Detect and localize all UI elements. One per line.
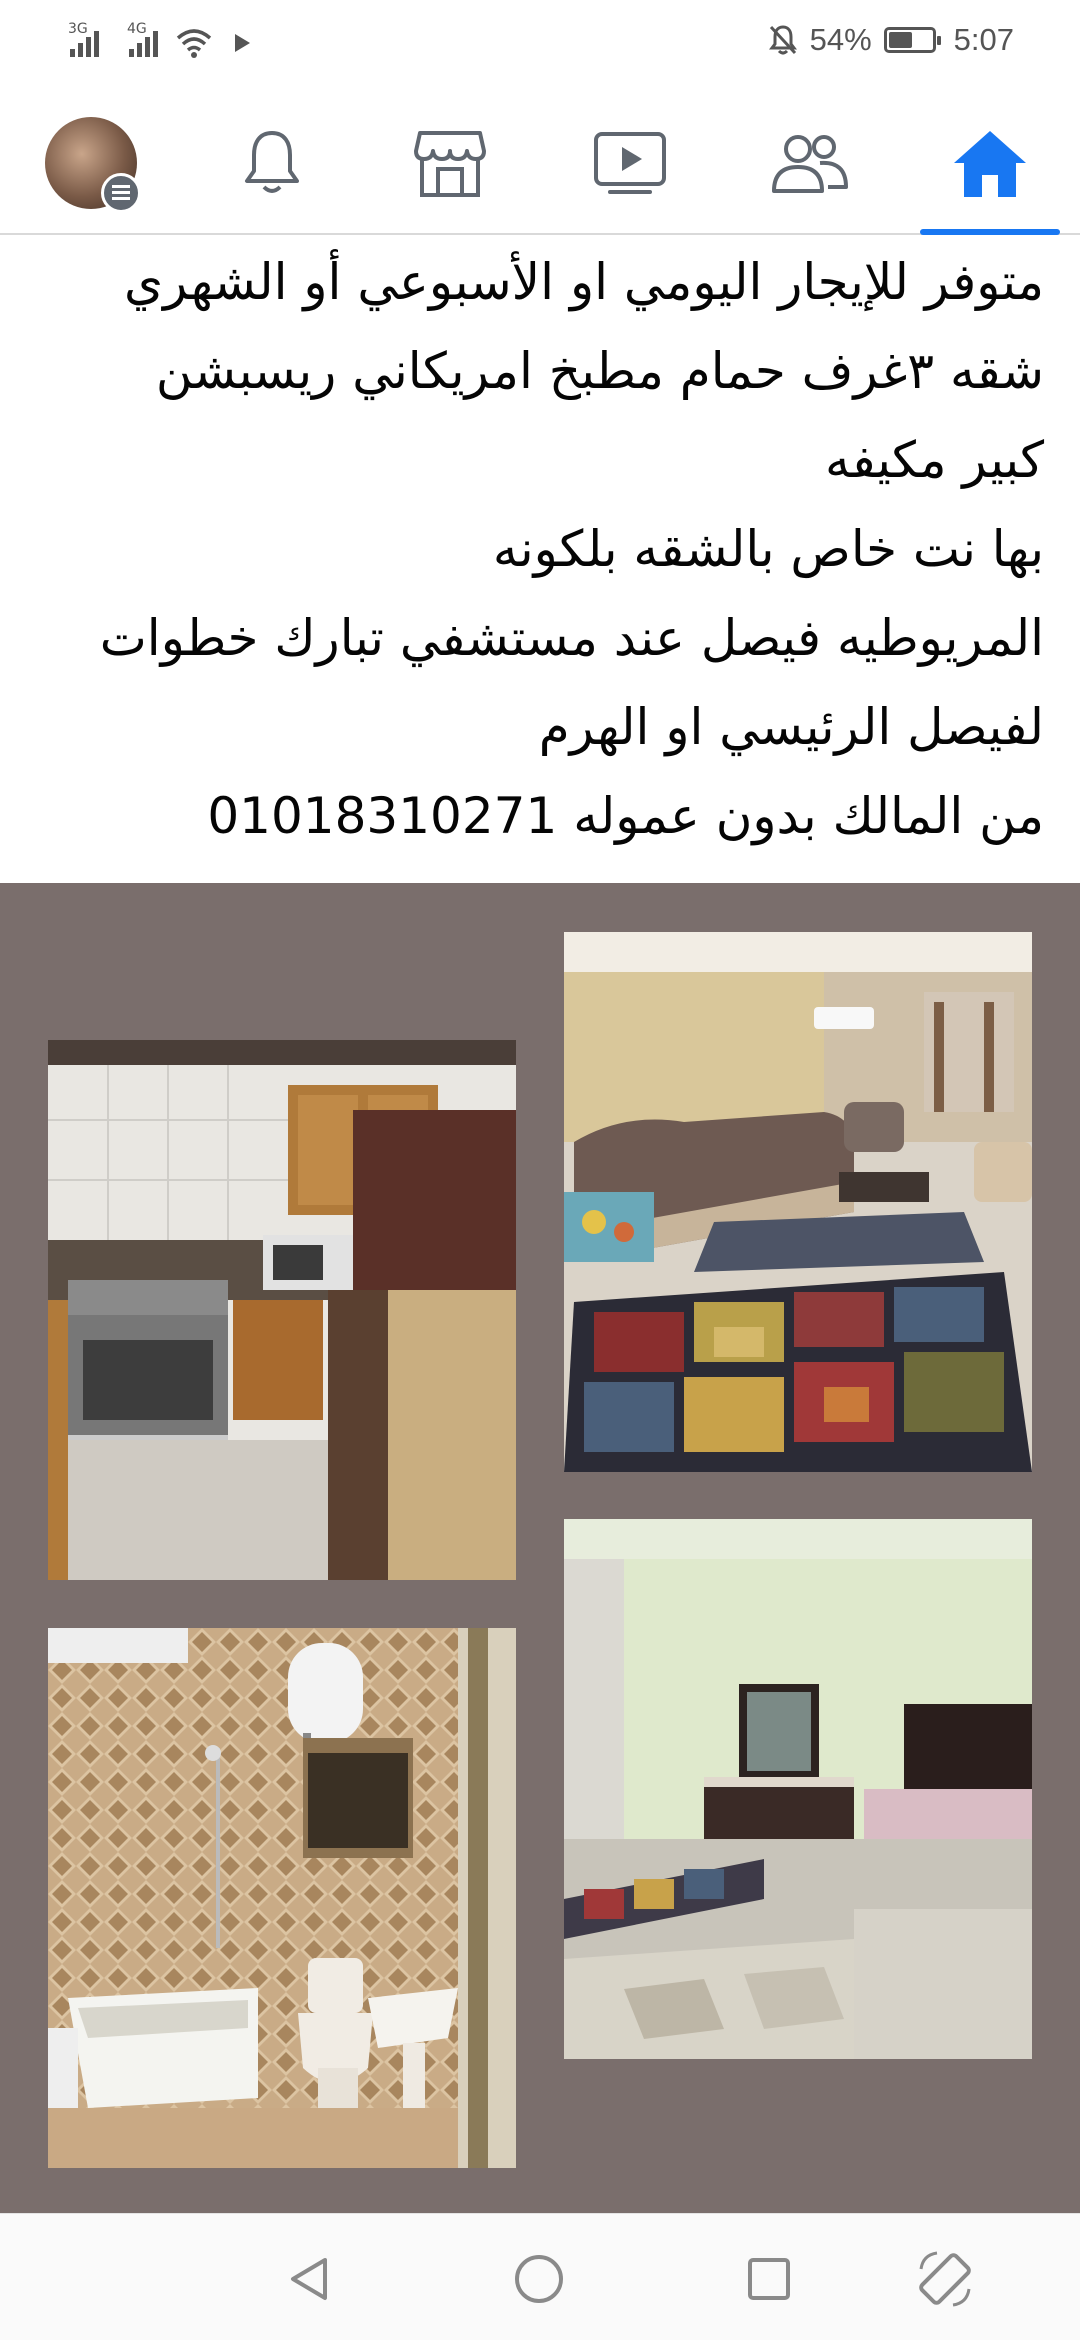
photo-collage[interactable]: [0, 883, 1080, 2213]
status-bar-left: 3G 4G: [68, 21, 252, 58]
rotate-button[interactable]: [910, 2244, 980, 2314]
back-icon: [291, 2258, 327, 2300]
tab-groups[interactable]: [740, 92, 880, 233]
store-icon: [414, 130, 486, 197]
bedroom-photo[interactable]: [564, 1519, 1032, 2059]
battery-fill: [888, 32, 912, 48]
mute-icon: [768, 25, 797, 55]
clock: 5:07: [953, 22, 1014, 57]
post-line: لفيصل الرئيسي او الهرم: [538, 698, 1044, 756]
top-nav-bar: [0, 92, 1080, 235]
signal-icon: 4G: [127, 21, 158, 57]
status-bar-right: 54% 5:07: [768, 22, 1014, 58]
home-icon: [954, 130, 1026, 197]
bedroom-image: [564, 1519, 1032, 2059]
signal-2-label: 4G: [127, 21, 147, 37]
living-room-image: [564, 932, 1032, 1472]
tab-marketplace[interactable]: [380, 92, 520, 233]
recents-button[interactable]: [734, 2244, 804, 2314]
home-circle-icon: [515, 2255, 563, 2303]
post-text: متوفر للإيجار اليومي او الأسبوعي أو الشه…: [30, 238, 1044, 861]
post-line: من المالك بدون عموله 01018310271: [207, 787, 1044, 845]
tab-watch[interactable]: [560, 92, 700, 233]
living-room-photo[interactable]: [564, 932, 1032, 1472]
menu-icon: [101, 172, 141, 213]
battery-icon: [883, 27, 941, 53]
battery-percent: 54%: [809, 22, 872, 57]
post-line: شقه ٣غرف حمام مطبخ امريكاني ريسبشن: [155, 342, 1044, 400]
post-line: المريوطيه فيصل عند مستشفي تبارك خطوات: [99, 609, 1044, 667]
android-navigation-bar: [0, 2213, 1080, 2340]
play-icon: [235, 34, 250, 52]
people-icon: [772, 134, 848, 193]
tab-home[interactable]: [920, 92, 1060, 235]
home-button[interactable]: [504, 2244, 574, 2314]
post-line: بها نت خاص بالشقه بلكونه: [492, 520, 1044, 578]
tab-notifications[interactable]: [202, 92, 342, 233]
avatar: [45, 116, 141, 213]
bathroom-photo[interactable]: [48, 1628, 516, 2168]
kitchen-photo[interactable]: [48, 1040, 516, 1580]
signal-1-label: 3G: [68, 21, 88, 37]
post-line: كبير مكيفه: [824, 431, 1044, 489]
rotate-icon: [919, 2251, 971, 2307]
kitchen-image: [48, 1040, 516, 1580]
wifi-icon: [176, 29, 212, 58]
bell-icon: [245, 130, 299, 193]
signal-icon: 3G: [68, 21, 99, 57]
tab-profile-menu[interactable]: [21, 92, 161, 233]
post-line: متوفر للإيجار اليومي او الأسبوعي أو الشه…: [124, 253, 1044, 311]
back-button[interactable]: [274, 2244, 344, 2314]
recents-icon: [748, 2258, 790, 2300]
status-bar: 3G 4G 54% 5:07: [0, 0, 1080, 92]
bathroom-image: [48, 1628, 516, 2168]
video-icon: [594, 131, 666, 194]
